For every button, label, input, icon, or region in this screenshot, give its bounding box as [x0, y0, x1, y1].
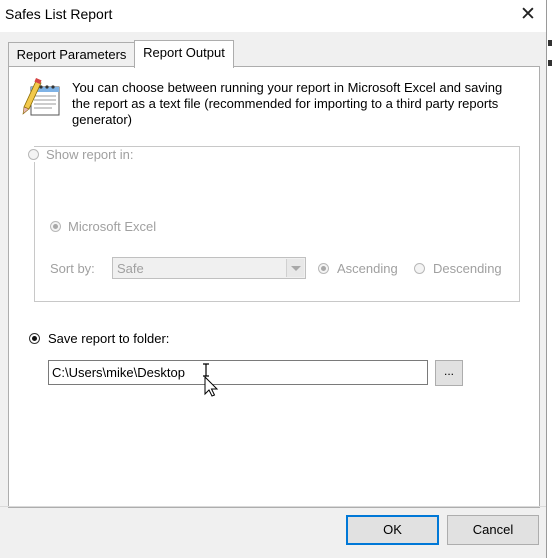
background-window-edge [547, 0, 552, 558]
sort-by-label: Sort by: [50, 261, 95, 276]
title-bar: Safes List Report ✕ [0, 0, 546, 32]
show-report-radio[interactable]: Show report in: [28, 147, 138, 162]
mouse-cursor-icon [203, 363, 219, 397]
ascending-radio[interactable]: Ascending [318, 261, 398, 276]
folder-path-input[interactable] [49, 361, 425, 384]
window-title: Safes List Report [5, 6, 113, 22]
footer-separator [0, 506, 546, 507]
descending-label: Descending [433, 261, 502, 276]
ascending-radio-circle [318, 263, 329, 274]
info-description: You can choose between running your repo… [72, 80, 503, 127]
descending-radio[interactable]: Descending [414, 261, 502, 276]
show-report-radio-circle [28, 149, 39, 160]
ok-button[interactable]: OK [346, 515, 439, 545]
browse-button[interactable]: ... [435, 360, 463, 386]
report-notepad-icon [22, 78, 60, 116]
sort-by-value: Safe [117, 261, 144, 276]
save-to-folder-radio-circle [29, 333, 40, 344]
tab-report-output[interactable]: Report Output [134, 40, 234, 68]
cancel-button[interactable]: Cancel [447, 515, 539, 545]
excel-label: Microsoft Excel [68, 219, 157, 234]
excel-radio[interactable]: Microsoft Excel [50, 219, 156, 234]
ascending-label: Ascending [337, 261, 398, 276]
excel-radio-circle [50, 221, 61, 232]
chevron-down-icon [286, 259, 304, 277]
sort-by-select[interactable]: Safe [112, 257, 306, 279]
save-to-folder-label: Save report to folder: [48, 331, 170, 346]
edge-mark [548, 40, 552, 46]
dialog-window: Safes List Report ✕ Report Parameters Re… [0, 0, 547, 558]
folder-path-field[interactable] [48, 360, 428, 385]
descending-radio-circle [414, 263, 425, 274]
show-report-label: Show report in: [46, 147, 134, 162]
tab-report-parameters[interactable]: Report Parameters [8, 42, 135, 67]
close-button[interactable]: ✕ [514, 3, 542, 27]
close-icon: ✕ [520, 4, 536, 25]
save-to-folder-radio[interactable]: Save report to folder: [29, 331, 169, 346]
edge-mark [548, 60, 552, 66]
